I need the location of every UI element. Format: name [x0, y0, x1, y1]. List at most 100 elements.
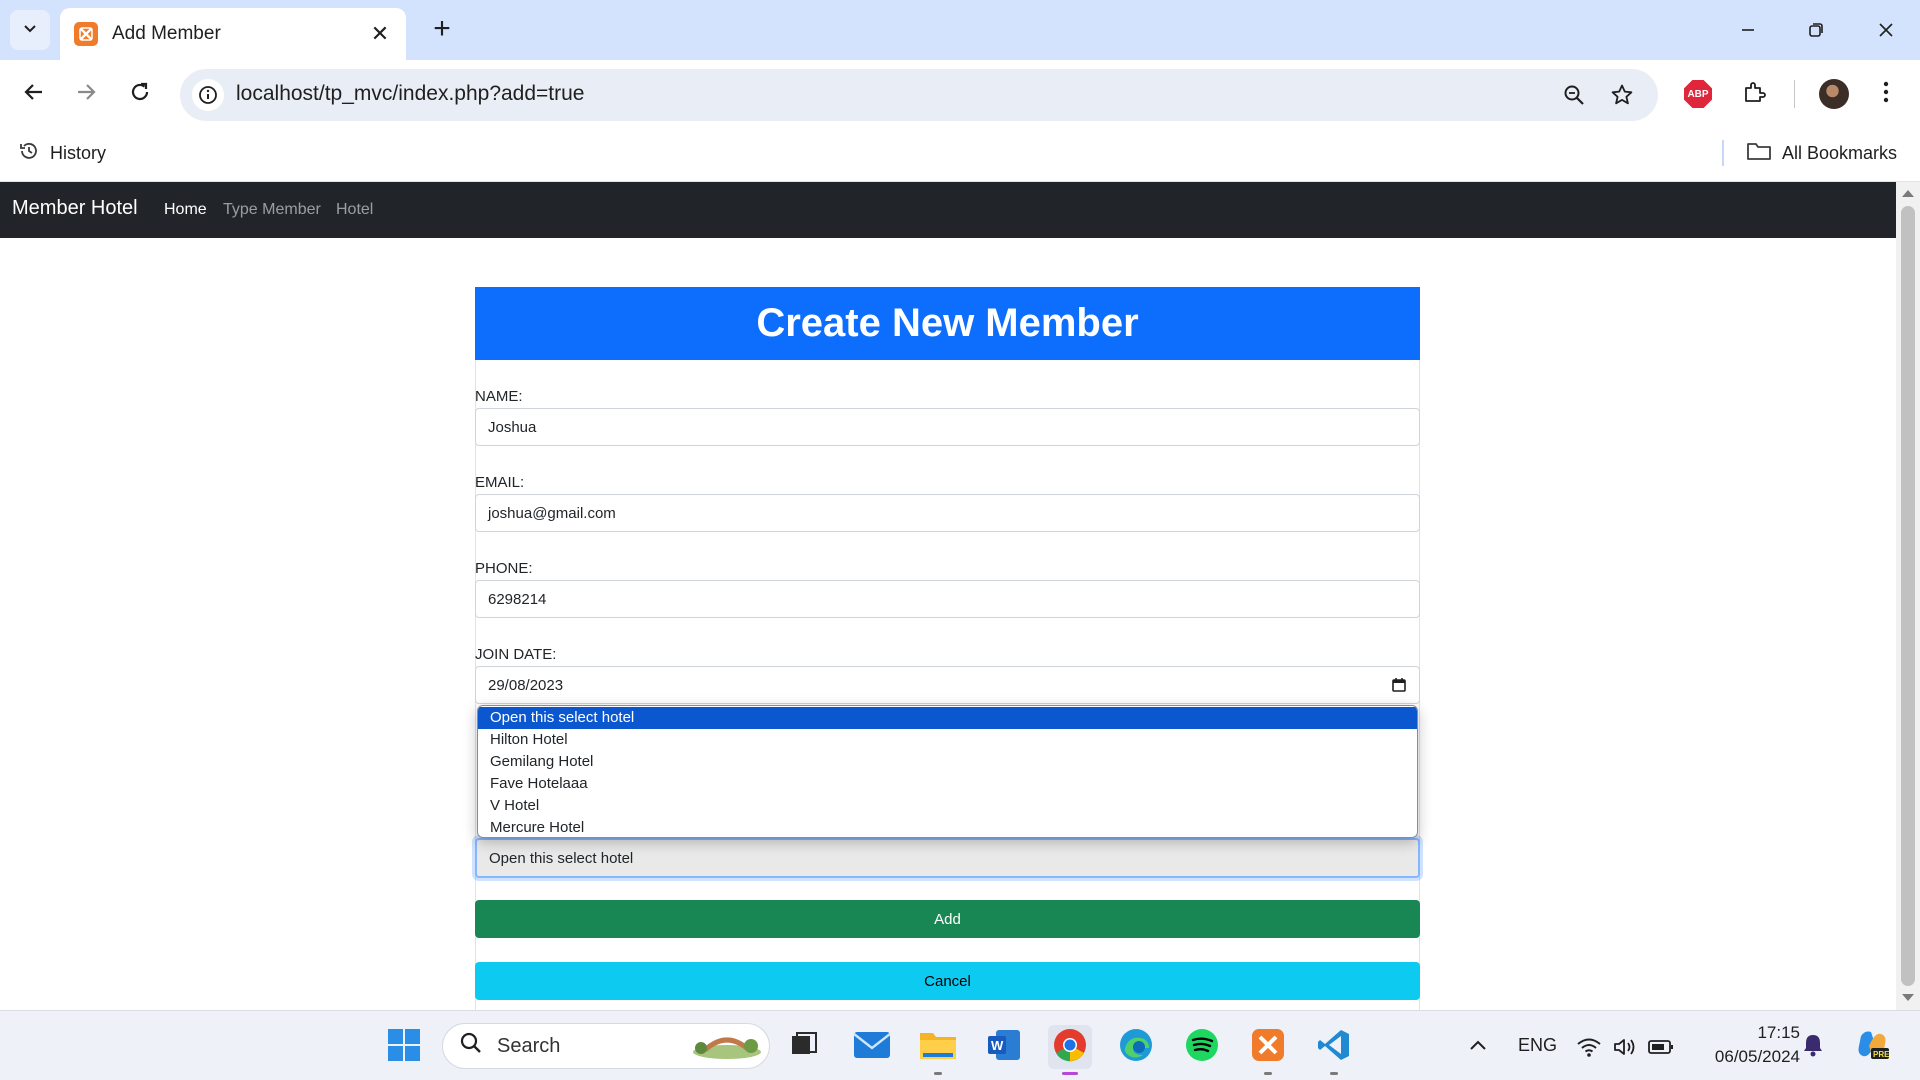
- bookmarks-divider: [1722, 140, 1724, 166]
- running-indicator: [1264, 1072, 1272, 1075]
- bookmarks-bar: History All Bookmarks: [0, 128, 1920, 182]
- search-icon: [459, 1031, 483, 1061]
- copilot-button[interactable]: PRE: [1850, 1025, 1894, 1069]
- phone-label: PHONE:: [475, 560, 533, 577]
- search-highlight-icon: [691, 1026, 763, 1066]
- tab-strip: Add Member ✕ +: [0, 0, 1920, 60]
- all-bookmarks-button[interactable]: All Bookmarks: [1746, 140, 1897, 167]
- history-icon: [18, 140, 40, 167]
- taskbar-edge[interactable]: [1114, 1025, 1158, 1069]
- start-button[interactable]: [382, 1025, 426, 1069]
- taskbar-file-explorer[interactable]: [916, 1025, 960, 1075]
- xampp-icon: [74, 22, 98, 46]
- taskbar-xampp[interactable]: [1246, 1025, 1290, 1075]
- taskbar-search[interactable]: Search: [442, 1023, 770, 1069]
- task-view-button[interactable]: [782, 1025, 826, 1069]
- bookmark-history[interactable]: History: [18, 140, 106, 167]
- add-button[interactable]: Add: [475, 900, 1420, 938]
- tray-overflow-button[interactable]: [1456, 1025, 1500, 1069]
- site-info-icon[interactable]: [192, 79, 224, 111]
- adblock-extension-button[interactable]: ABP: [1678, 74, 1718, 114]
- wifi-icon[interactable]: [1572, 1025, 1606, 1069]
- page-scrollbar[interactable]: [1896, 182, 1920, 1010]
- toolbar-divider: [1794, 80, 1795, 108]
- hotel-option[interactable]: Fave Hotelaaa: [478, 773, 1417, 795]
- tab-close-icon[interactable]: ✕: [368, 21, 392, 47]
- scroll-up-arrow[interactable]: [1902, 190, 1914, 197]
- email-input[interactable]: joshua@gmail.com: [475, 494, 1420, 532]
- phone-input[interactable]: 6298214: [475, 580, 1420, 618]
- scrollbar-thumb[interactable]: [1901, 206, 1915, 986]
- join-date-input[interactable]: 29/08/2023: [475, 666, 1420, 704]
- language-indicator[interactable]: ENG: [1518, 1035, 1557, 1056]
- bookmark-star-icon[interactable]: [1606, 79, 1638, 111]
- chevron-up-icon: [1469, 1038, 1487, 1056]
- cancel-button[interactable]: Cancel: [475, 962, 1420, 1000]
- taskbar-spotify[interactable]: [1180, 1025, 1224, 1069]
- new-tab-button[interactable]: +: [424, 12, 460, 48]
- chrome-icon: [1053, 1028, 1087, 1067]
- copilot-icon: PRE: [1855, 1028, 1890, 1067]
- svg-text:PRE: PRE: [1873, 1050, 1889, 1059]
- email-label: EMAIL:: [475, 474, 525, 491]
- taskbar-chrome[interactable]: [1048, 1025, 1092, 1075]
- running-indicator: [1330, 1072, 1338, 1075]
- tab-search-button[interactable]: [10, 10, 50, 50]
- volume-icon[interactable]: [1608, 1025, 1642, 1069]
- running-indicator: [934, 1072, 942, 1075]
- minimize-button[interactable]: [1714, 0, 1782, 60]
- browser-toolbar: localhost/tp_mvc/index.php?add=true ABP: [0, 60, 1920, 128]
- task-view-icon: [789, 1030, 819, 1065]
- spotify-icon: [1185, 1028, 1219, 1067]
- zoom-icon[interactable]: [1558, 79, 1590, 111]
- reload-button[interactable]: [120, 74, 160, 114]
- calendar-icon[interactable]: [1391, 677, 1407, 693]
- close-window-button[interactable]: [1852, 0, 1920, 60]
- hotel-option[interactable]: Hilton Hotel: [478, 729, 1417, 751]
- windows-taskbar: Search W ENG 17:15 06/05/2024 PRE: [0, 1010, 1920, 1080]
- mail-icon: [853, 1030, 891, 1065]
- restore-button[interactable]: [1782, 0, 1850, 60]
- browser-menu-button[interactable]: [1866, 74, 1906, 114]
- bookmark-history-label: History: [50, 143, 107, 163]
- forward-button[interactable]: [66, 74, 106, 114]
- hotel-select[interactable]: Open this select hotel: [475, 838, 1420, 878]
- url-text[interactable]: localhost/tp_mvc/index.php?add=true: [236, 82, 584, 106]
- join-date-value: 29/08/2023: [488, 676, 564, 694]
- hotel-option[interactable]: Gemilang Hotel: [478, 751, 1417, 773]
- puzzle-icon: [1742, 80, 1766, 109]
- vscode-icon: [1317, 1028, 1351, 1067]
- notifications-button[interactable]: [1796, 1025, 1830, 1069]
- taskbar-word[interactable]: W: [982, 1025, 1026, 1069]
- join-date-label: JOIN DATE:: [475, 646, 557, 663]
- taskbar-mail[interactable]: [850, 1025, 894, 1069]
- hotel-option[interactable]: Open this select hotel: [478, 707, 1417, 729]
- taskbar-clock[interactable]: 17:15 06/05/2024: [1700, 1021, 1800, 1069]
- edge-icon: [1119, 1028, 1153, 1067]
- xampp-icon: [1251, 1028, 1285, 1067]
- tab-title: Add Member: [112, 23, 221, 44]
- taskbar-vscode[interactable]: [1312, 1025, 1356, 1075]
- arrow-right-icon: [75, 81, 97, 108]
- address-bar[interactable]: localhost/tp_mvc/index.php?add=true: [180, 69, 1658, 121]
- extensions-button[interactable]: [1734, 74, 1774, 114]
- word-icon: W: [986, 1028, 1022, 1067]
- nav-link-hotel[interactable]: Hotel: [336, 201, 373, 219]
- scroll-down-arrow[interactable]: [1902, 994, 1914, 1001]
- nav-link-home[interactable]: Home: [164, 201, 207, 219]
- browser-tab[interactable]: Add Member ✕: [60, 8, 406, 60]
- battery-icon[interactable]: [1644, 1025, 1678, 1069]
- hotel-option[interactable]: V Hotel: [478, 795, 1417, 817]
- name-input[interactable]: Joshua: [475, 408, 1420, 446]
- profile-button[interactable]: [1814, 74, 1854, 114]
- page-viewport: Member Hotel Home Type Member Hotel Crea…: [0, 182, 1896, 1010]
- navbar-brand[interactable]: Member Hotel: [12, 197, 138, 220]
- page-title: Create New Member: [475, 287, 1420, 360]
- all-bookmarks-label: All Bookmarks: [1782, 143, 1898, 163]
- back-button[interactable]: [14, 74, 54, 114]
- nav-link-type-member[interactable]: Type Member: [223, 201, 321, 219]
- svg-text:W: W: [991, 1038, 1004, 1053]
- hotel-option[interactable]: Mercure Hotel: [478, 817, 1417, 837]
- windows-logo-icon: [387, 1028, 421, 1067]
- arrow-left-icon: [23, 81, 45, 108]
